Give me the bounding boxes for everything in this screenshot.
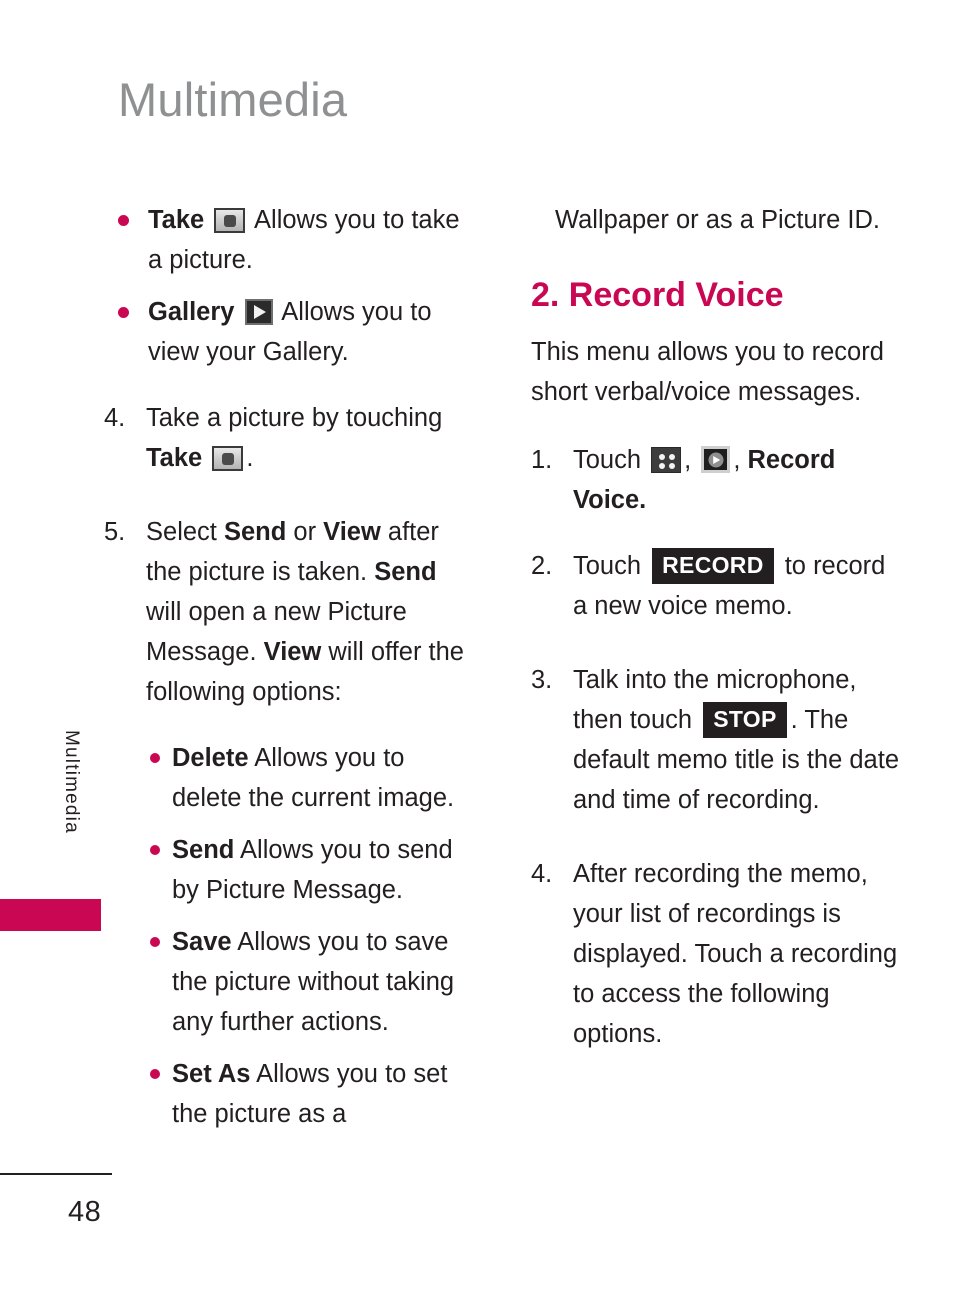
gallery-play-icon xyxy=(244,299,273,325)
footer-divider xyxy=(0,1173,112,1175)
list-item: Set As Allows you to set the picture as … xyxy=(148,1054,476,1134)
step-text-part: Send xyxy=(223,518,287,546)
step-number: 5. xyxy=(104,518,126,546)
continuation-text: Wallpaper or as a Picture ID. xyxy=(555,206,881,234)
list-item-label: Take xyxy=(148,206,205,234)
step-number: 4. xyxy=(104,404,126,432)
bullet-dot-icon xyxy=(150,753,160,763)
side-tab-marker xyxy=(0,899,101,931)
numbered-step: 1. Touch , , Record Voice. xyxy=(531,440,903,520)
step-text-part: Select xyxy=(146,518,224,546)
step-separator: , xyxy=(733,446,741,474)
step-text-part: or xyxy=(286,518,324,546)
list-item: Save Allows you to save the picture with… xyxy=(148,922,476,1042)
right-column: Wallpaper or as a Picture ID. 2. Record … xyxy=(531,200,903,1066)
section-heading: 2. Record Voice xyxy=(531,276,784,314)
step-separator: , xyxy=(684,446,692,474)
step-bold-label: Take xyxy=(146,444,203,472)
step-number: 2. xyxy=(531,552,553,580)
list-item: Send Allows you to send by Picture Messa… xyxy=(148,830,476,910)
left-column: Take Allows you to take a picture. Galle… xyxy=(104,200,476,1146)
step-text-part: View xyxy=(263,638,322,666)
stop-button[interactable]: STOP xyxy=(703,702,787,738)
list-item-label: Send xyxy=(172,836,235,864)
bullet-dot-icon xyxy=(150,845,160,855)
step-number: 3. xyxy=(531,666,553,694)
numbered-step: 4. Take a picture by touching Take . xyxy=(104,398,476,478)
bullet-dot-icon xyxy=(118,307,129,318)
step-text-part: View xyxy=(323,518,381,546)
step-text: Touch xyxy=(573,552,642,580)
intro-paragraph: This menu allows you to record short ver… xyxy=(531,338,884,406)
step-text: After recording the memo, your list of r… xyxy=(573,860,898,1048)
list-item: Take Allows you to take a picture. xyxy=(104,200,476,280)
camera-icon xyxy=(214,208,246,233)
list-item-label: Save xyxy=(172,928,232,956)
numbered-step: 5. Select Send or View after the picture … xyxy=(104,512,476,712)
page-title: Multimedia xyxy=(118,73,348,126)
bullet-dot-icon xyxy=(118,215,129,226)
numbered-step: 2. Touch RECORD to record a new voice mem… xyxy=(531,546,903,626)
media-play-icon xyxy=(701,446,731,473)
camera-icon xyxy=(212,446,244,471)
numbered-step: 3. Talk into the microphone, then touch S… xyxy=(531,660,903,820)
list-item-label: Gallery xyxy=(148,298,235,326)
step-text-part: Send xyxy=(374,558,437,586)
list-item-label: Delete xyxy=(172,744,249,772)
bullet-dot-icon xyxy=(150,937,160,947)
list-item: Delete Allows you to delete the current … xyxy=(148,738,476,818)
step-text: Take a picture by touching xyxy=(146,404,443,432)
page-number: 48 xyxy=(68,1196,102,1228)
step-number: 1. xyxy=(531,446,553,474)
side-tab-label: Multimedia xyxy=(61,730,82,834)
step-text-after: . xyxy=(246,444,254,472)
numbered-step: 4. After recording the memo, your list of… xyxy=(531,854,903,1054)
step-text-after: . xyxy=(639,486,647,514)
record-button[interactable]: RECORD xyxy=(652,548,774,584)
list-item: Gallery Allows you to view your Gallery. xyxy=(104,292,476,372)
step-text: Touch xyxy=(573,446,642,474)
list-item-label: Set As xyxy=(172,1060,251,1088)
step-number: 4. xyxy=(531,860,553,888)
bullet-dot-icon xyxy=(150,1069,160,1079)
sub-option-list: Delete Allows you to delete the current … xyxy=(148,738,476,1134)
menu-grid-icon xyxy=(651,447,682,473)
